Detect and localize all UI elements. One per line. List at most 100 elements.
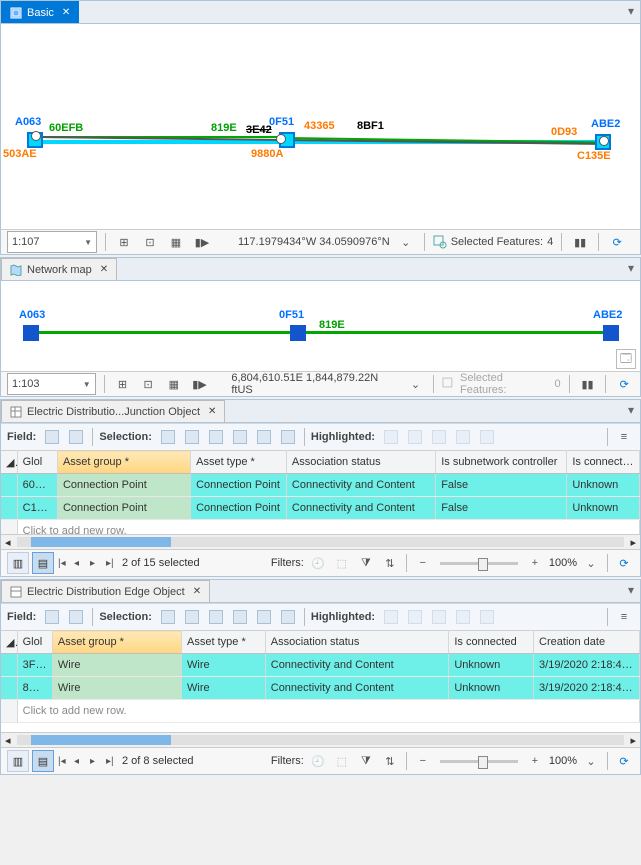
table-row[interactable]: 8BF1WireWireConnectivity and ContentUnkn… — [1, 677, 640, 700]
panel-menu-icon[interactable]: ▾ — [628, 261, 634, 275]
refresh-icon[interactable]: ⟳ — [614, 553, 634, 573]
col-asset-group[interactable]: Asset group * — [52, 631, 181, 654]
first-icon[interactable]: |◂ — [58, 558, 70, 569]
show-all-btn[interactable]: ▥ — [7, 552, 29, 574]
show-selected-btn[interactable]: ▤ — [32, 750, 54, 772]
col-conn[interactable]: Is connected — [567, 451, 640, 474]
pause-btn[interactable]: ▮▮ — [578, 374, 598, 394]
filter-sort-icon[interactable]: ⇅ — [380, 751, 400, 771]
menu-icon[interactable]: ≡ — [614, 427, 634, 447]
grid-icon[interactable]: ⊡ — [140, 232, 160, 252]
prev-icon[interactable]: ◂ — [74, 756, 86, 767]
col-assoc[interactable]: Association status — [286, 451, 435, 474]
refresh-icon[interactable]: ⟳ — [607, 232, 627, 252]
hscroll[interactable]: ◂▸ — [1, 534, 640, 549]
new-row[interactable]: Click to add new row. — [1, 520, 640, 535]
first-icon[interactable]: |◂ — [58, 756, 70, 767]
last-icon[interactable]: ▸| — [106, 756, 118, 767]
tab-junction[interactable]: Electric Distributio...Junction Object ✕ — [1, 400, 225, 422]
col-asset-group[interactable]: Asset group * — [57, 451, 190, 474]
col-glob[interactable]: Glol — [17, 631, 52, 654]
add-field-icon[interactable] — [42, 427, 62, 447]
chevron-down-icon[interactable]: ⌄ — [406, 374, 426, 394]
calc-field-icon[interactable] — [66, 427, 86, 447]
tab-basic[interactable]: Basic ✕ — [1, 1, 79, 23]
nm-node-ABE2[interactable] — [603, 325, 619, 341]
add-field-icon[interactable] — [42, 607, 62, 627]
table-row[interactable]: 3F42WireWireConnectivity and ContentUnkn… — [1, 654, 640, 677]
table-row[interactable]: 60EFBConnection PointConnection PointCon… — [1, 474, 640, 497]
col-conn[interactable]: Is connected — [449, 631, 534, 654]
filter-funnel-icon[interactable]: ⧩ — [356, 751, 376, 771]
nm-node-0F51[interactable] — [290, 325, 306, 341]
refresh-icon[interactable]: ⟳ — [614, 751, 634, 771]
network-canvas[interactable]: A063 0F51 819E ABE2 🗔 — [1, 281, 640, 371]
zoom-sel-icon[interactable] — [230, 427, 250, 447]
copy-sel-icon[interactable] — [278, 427, 298, 447]
zoom-in-icon[interactable]: + — [525, 751, 545, 771]
next-icon[interactable]: ▸ — [90, 558, 102, 569]
chevron-down-icon[interactable]: ⌄ — [581, 553, 601, 573]
chevron-down-icon[interactable]: ⌄ — [396, 232, 416, 252]
clear-sel-icon[interactable] — [206, 607, 226, 627]
nm-node-A063[interactable] — [23, 325, 39, 341]
zoom-in-icon[interactable]: + — [525, 553, 545, 573]
col-assoc[interactable]: Association status — [265, 631, 449, 654]
zoom-slider[interactable] — [440, 760, 518, 763]
col-expand[interactable]: ◢ — [1, 631, 17, 654]
close-icon[interactable]: ✕ — [62, 7, 70, 18]
zoom-slider[interactable] — [440, 562, 518, 565]
close-icon[interactable]: ✕ — [208, 406, 216, 417]
pause-icon[interactable]: ▮▶ — [190, 374, 210, 394]
show-selected-btn[interactable]: ▤ — [32, 552, 54, 574]
edge-grid[interactable]: ◢ Glol Asset group * Asset type * Associ… — [1, 630, 640, 732]
ext-icon[interactable]: ▦ — [164, 374, 184, 394]
table-row[interactable]: C135EConnection PointConnection PointCon… — [1, 497, 640, 520]
panel-menu-icon[interactable]: ▾ — [628, 4, 634, 18]
scale-select[interactable]: 1:103▼ — [7, 373, 96, 395]
switch-sel-icon[interactable] — [182, 427, 202, 447]
panel-menu-icon[interactable]: ▾ — [628, 403, 634, 417]
delete-sel-icon[interactable] — [254, 607, 274, 627]
ext-icon[interactable]: ▦ — [166, 232, 186, 252]
menu-icon[interactable]: ≡ — [614, 607, 634, 627]
clear-sel-icon[interactable] — [206, 427, 226, 447]
pause-btn[interactable]: ▮▮ — [570, 232, 590, 252]
hscroll[interactable]: ◂▸ — [1, 732, 640, 747]
last-icon[interactable]: ▸| — [106, 558, 118, 569]
copy-sel-icon[interactable] — [278, 607, 298, 627]
close-icon[interactable]: ✕ — [193, 586, 201, 597]
refresh-icon[interactable]: ⟳ — [614, 374, 634, 394]
show-all-btn[interactable]: ▥ — [7, 750, 29, 772]
pause-icon[interactable]: ▮▶ — [192, 232, 212, 252]
sel-all-icon[interactable] — [158, 607, 178, 627]
port-1[interactable] — [31, 131, 41, 141]
col-asset-type[interactable]: Asset type * — [182, 631, 266, 654]
tab-edge[interactable]: Electric Distribution Edge Object ✕ — [1, 580, 210, 602]
calc-field-icon[interactable] — [66, 607, 86, 627]
close-icon[interactable]: ✕ — [100, 264, 108, 275]
snap-icon[interactable]: ⊞ — [114, 232, 134, 252]
panel-menu-icon[interactable]: ▾ — [628, 583, 634, 597]
col-subnet[interactable]: Is subnetwork controller — [436, 451, 567, 474]
switch-sel-icon[interactable] — [182, 607, 202, 627]
col-date[interactable]: Creation date — [534, 631, 640, 654]
filter-funnel-icon[interactable]: ⧩ — [356, 553, 376, 573]
port-3[interactable] — [599, 136, 609, 146]
delete-sel-icon[interactable] — [254, 427, 274, 447]
explorer-icon[interactable]: 🗔 — [616, 349, 636, 369]
junction-grid[interactable]: ◢ Glol Asset group * Asset type * Associ… — [1, 450, 640, 534]
snap-icon[interactable]: ⊞ — [113, 374, 133, 394]
sel-all-icon[interactable] — [158, 427, 178, 447]
next-icon[interactable]: ▸ — [90, 756, 102, 767]
chevron-down-icon[interactable]: ⌄ — [581, 751, 601, 771]
port-2[interactable] — [276, 134, 286, 144]
basic-canvas[interactable]: A063 0F51 ABE2 60EFB 503AE 819E 3E42 988… — [1, 24, 640, 229]
zoom-sel-icon[interactable] — [230, 607, 250, 627]
grid-icon[interactable]: ⊡ — [138, 374, 158, 394]
zoom-out-icon[interactable]: − — [413, 553, 433, 573]
tab-network-map[interactable]: Network map ✕ — [1, 258, 117, 280]
col-expand[interactable]: ◢ — [1, 451, 17, 474]
nm-edge[interactable] — [31, 331, 611, 334]
zoom-out-icon[interactable]: − — [413, 751, 433, 771]
